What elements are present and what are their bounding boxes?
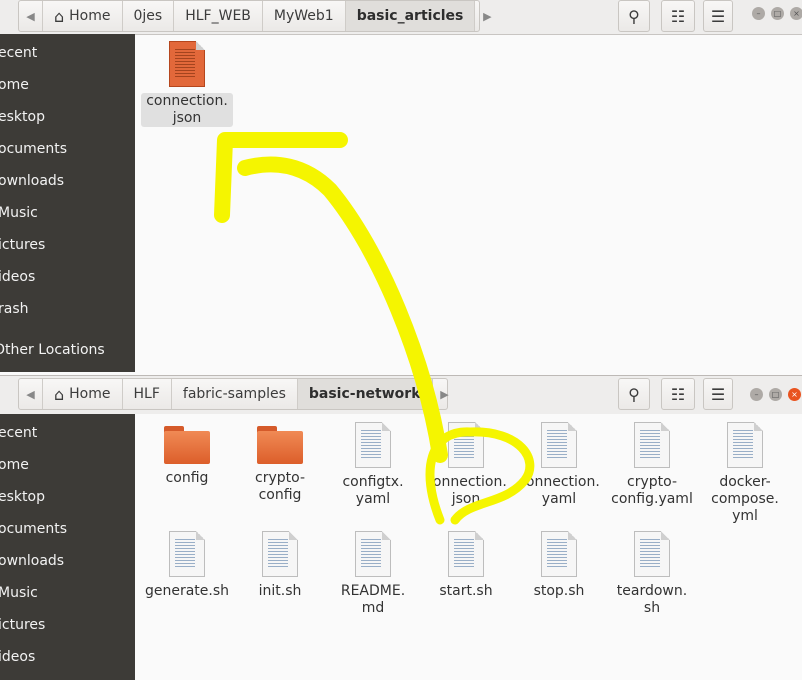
bottom-header-bar: ◀ ⌂ Home HLF fabric-samples basic-network… bbox=[0, 375, 802, 415]
sidebar-item-recent[interactable]: ecent bbox=[0, 40, 135, 66]
folder-icon bbox=[257, 426, 303, 464]
file-crypto-config-yaml[interactable]: crypto- config.yaml bbox=[606, 422, 698, 508]
top-crumb-hlf-web[interactable]: HLF_WEB bbox=[174, 1, 263, 31]
script-icon bbox=[448, 531, 484, 577]
script-icon bbox=[169, 531, 205, 577]
bottom-crumb-fabric-samples[interactable]: fabric-samples bbox=[172, 379, 298, 409]
top-file-manager-window: ◀ ⌂ Home 0jes HLF_WEB MyWeb1 basic_articl… bbox=[0, 0, 802, 372]
file-connection-yaml[interactable]: connection. yaml bbox=[513, 422, 605, 508]
view-toggle-icon[interactable]: ☷ bbox=[661, 378, 695, 410]
sidebar-item-pictures[interactable]: ictures bbox=[0, 232, 135, 258]
top-file-view: connection. json bbox=[135, 35, 802, 372]
script-icon bbox=[262, 531, 298, 577]
view-toggle-icon[interactable]: ☷ bbox=[661, 0, 695, 32]
bottom-crumb-hlf[interactable]: HLF bbox=[123, 379, 172, 409]
document-icon bbox=[727, 422, 763, 468]
sidebar-item-other-locations[interactable]: Other Locations bbox=[0, 337, 135, 363]
script-icon bbox=[541, 531, 577, 577]
minimize-icon[interactable]: – bbox=[750, 388, 763, 401]
sidebar-item-trash[interactable]: rash bbox=[0, 296, 135, 322]
sidebar-item-music[interactable]: Music bbox=[0, 580, 135, 606]
file-stop-sh[interactable]: stop.sh bbox=[513, 531, 605, 600]
search-icon[interactable]: ⚲ bbox=[618, 378, 650, 410]
file-start-sh[interactable]: start.sh bbox=[420, 531, 512, 600]
bottom-path-bar: ◀ ⌂ Home HLF fabric-samples basic-network… bbox=[18, 378, 449, 410]
bottom-file-view: config crypto- config configtx. yaml con… bbox=[135, 414, 802, 680]
path-forward-arrow-icon[interactable]: ▶ bbox=[433, 379, 457, 409]
menu-icon[interactable]: ☰ bbox=[703, 378, 733, 410]
sidebar-item-documents[interactable]: ocuments bbox=[0, 516, 135, 542]
close-icon[interactable]: × bbox=[788, 388, 801, 401]
document-icon bbox=[541, 422, 577, 468]
file-connection-json[interactable]: connection. json bbox=[420, 422, 512, 508]
minimize-icon[interactable]: – bbox=[752, 7, 765, 20]
search-icon[interactable]: ⚲ bbox=[618, 0, 650, 32]
top-path-bar: ◀ ⌂ Home 0jes HLF_WEB MyWeb1 basic_articl… bbox=[18, 0, 492, 32]
path-back-arrow-icon[interactable]: ◀ bbox=[19, 379, 43, 409]
sidebar-item-music[interactable]: Music bbox=[0, 200, 135, 226]
home-icon: ⌂ bbox=[54, 6, 65, 26]
sidebar-item-downloads[interactable]: ownloads bbox=[0, 168, 135, 194]
document-icon bbox=[355, 422, 391, 468]
sidebar-item-downloads[interactable]: ownloads bbox=[0, 548, 135, 574]
sidebar-item-recent[interactable]: ecent bbox=[0, 420, 135, 446]
file-readme-md[interactable]: README. md bbox=[327, 531, 419, 617]
sidebar-item-home[interactable]: ome bbox=[0, 452, 135, 478]
file-init-sh[interactable]: init.sh bbox=[234, 531, 326, 600]
sidebar-item-home[interactable]: ome bbox=[0, 72, 135, 98]
top-sidebar: ecent ome esktop ocuments ownloads Music… bbox=[0, 34, 135, 372]
document-icon bbox=[634, 422, 670, 468]
file-docker-compose-yml[interactable]: docker- compose. yml bbox=[699, 422, 791, 525]
top-crumb-myweb1[interactable]: MyWeb1 bbox=[263, 1, 346, 31]
top-crumb-0jes[interactable]: 0jes bbox=[123, 1, 175, 31]
sidebar-item-desktop[interactable]: esktop bbox=[0, 104, 135, 130]
bottom-crumb-home[interactable]: ⌂ Home bbox=[43, 379, 123, 409]
file-generate-sh[interactable]: generate.sh bbox=[141, 531, 233, 600]
sidebar-item-videos[interactable]: ideos bbox=[0, 264, 135, 290]
file-configtx-yaml[interactable]: configtx. yaml bbox=[327, 422, 419, 508]
bottom-crumb-basic-network[interactable]: basic-network bbox=[297, 379, 433, 409]
path-forward-arrow-icon[interactable]: ▶ bbox=[475, 1, 499, 31]
close-icon[interactable]: × bbox=[790, 7, 802, 20]
orange-document-icon bbox=[169, 41, 205, 87]
sidebar-item-videos[interactable]: ideos bbox=[0, 644, 135, 670]
sidebar-item-pictures[interactable]: ictures bbox=[0, 612, 135, 638]
bottom-file-manager-window: ◀ ⌂ Home HLF fabric-samples basic-network… bbox=[0, 372, 802, 680]
menu-icon[interactable]: ☰ bbox=[703, 0, 733, 32]
folder-crypto-config[interactable]: crypto- config bbox=[234, 422, 326, 504]
home-icon: ⌂ bbox=[54, 384, 65, 404]
folder-config[interactable]: config bbox=[141, 422, 233, 487]
top-crumb-basic-articles[interactable]: basic_articles bbox=[345, 1, 476, 31]
document-icon bbox=[448, 422, 484, 468]
top-header-bar: ◀ ⌂ Home 0jes HLF_WEB MyWeb1 basic_articl… bbox=[0, 0, 802, 35]
sidebar-item-desktop[interactable]: esktop bbox=[0, 484, 135, 510]
bottom-sidebar: ecent ome esktop ocuments ownloads Music… bbox=[0, 414, 135, 680]
folder-icon bbox=[164, 426, 210, 464]
document-icon bbox=[355, 531, 391, 577]
sidebar-item-documents[interactable]: ocuments bbox=[0, 136, 135, 162]
top-crumb-home[interactable]: ⌂ Home bbox=[43, 1, 123, 31]
file-teardown-sh[interactable]: teardown. sh bbox=[606, 531, 698, 617]
maximize-icon[interactable]: □ bbox=[771, 7, 784, 20]
maximize-icon[interactable]: □ bbox=[769, 388, 782, 401]
file-connection-json-top[interactable]: connection. json bbox=[141, 41, 233, 127]
script-icon bbox=[634, 531, 670, 577]
path-back-arrow-icon[interactable]: ◀ bbox=[19, 1, 43, 31]
